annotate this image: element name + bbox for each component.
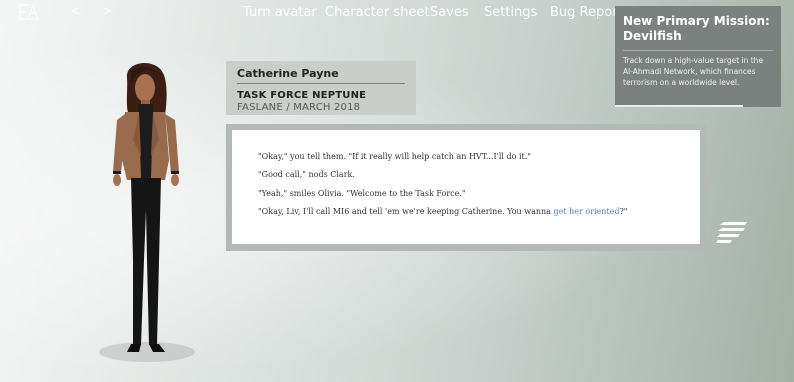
mission-progress-bar — [615, 105, 743, 107]
dialogue-box: "Okay," you tell them. "If it really wil… — [232, 130, 700, 244]
mission-title: New Primary Mission: Devilfish — [623, 14, 770, 43]
character-name: Catherine Payne — [237, 67, 405, 84]
saves-button[interactable]: Saves — [430, 5, 469, 20]
dialogue-line: "Okay, Liv, I'll call MI6 and tell 'em w… — [258, 207, 674, 217]
location-date: FASLANE / MARCH 2018 — [237, 102, 361, 113]
dialogue-text: ?" — [619, 207, 628, 217]
dialogue-line: "Good call," nods Clark. — [258, 170, 355, 180]
game-logo-icon[interactable] — [18, 4, 40, 20]
get-her-oriented-link[interactable]: get her oriented — [553, 207, 619, 216]
forward-arrow-button[interactable]: > — [102, 4, 113, 19]
mission-description: Track down a high-value target in the Al… — [623, 56, 764, 87]
mission-notification[interactable]: New Primary Mission: Devilfish Track dow… — [615, 6, 781, 107]
avatar[interactable] — [95, 60, 210, 365]
turn-avatar-button[interactable]: Turn avatar — [243, 5, 317, 20]
back-arrow-button[interactable]: < — [70, 4, 81, 19]
dialogue-line: "Okay," you tell them. "If it really wil… — [258, 152, 531, 161]
character-card: Catherine Payne TASK FORCE NEPTUNE FASLA… — [226, 61, 416, 115]
settings-button[interactable]: Settings — [484, 5, 537, 20]
unit-label: TASK FORCE NEPTUNE — [237, 90, 367, 101]
mission-divider — [623, 50, 773, 51]
dialogue-line: "Yeah," smiles Olivia. "Welcome to the T… — [258, 188, 466, 198]
dialogue-text: "Okay, Liv, I'll call MI6 and tell 'em w… — [258, 207, 554, 217]
character-sheet-button[interactable]: Character sheet — [325, 5, 429, 20]
bug-report-button[interactable]: Bug Report — [550, 5, 623, 20]
menu-lines-icon[interactable] — [716, 221, 748, 243]
